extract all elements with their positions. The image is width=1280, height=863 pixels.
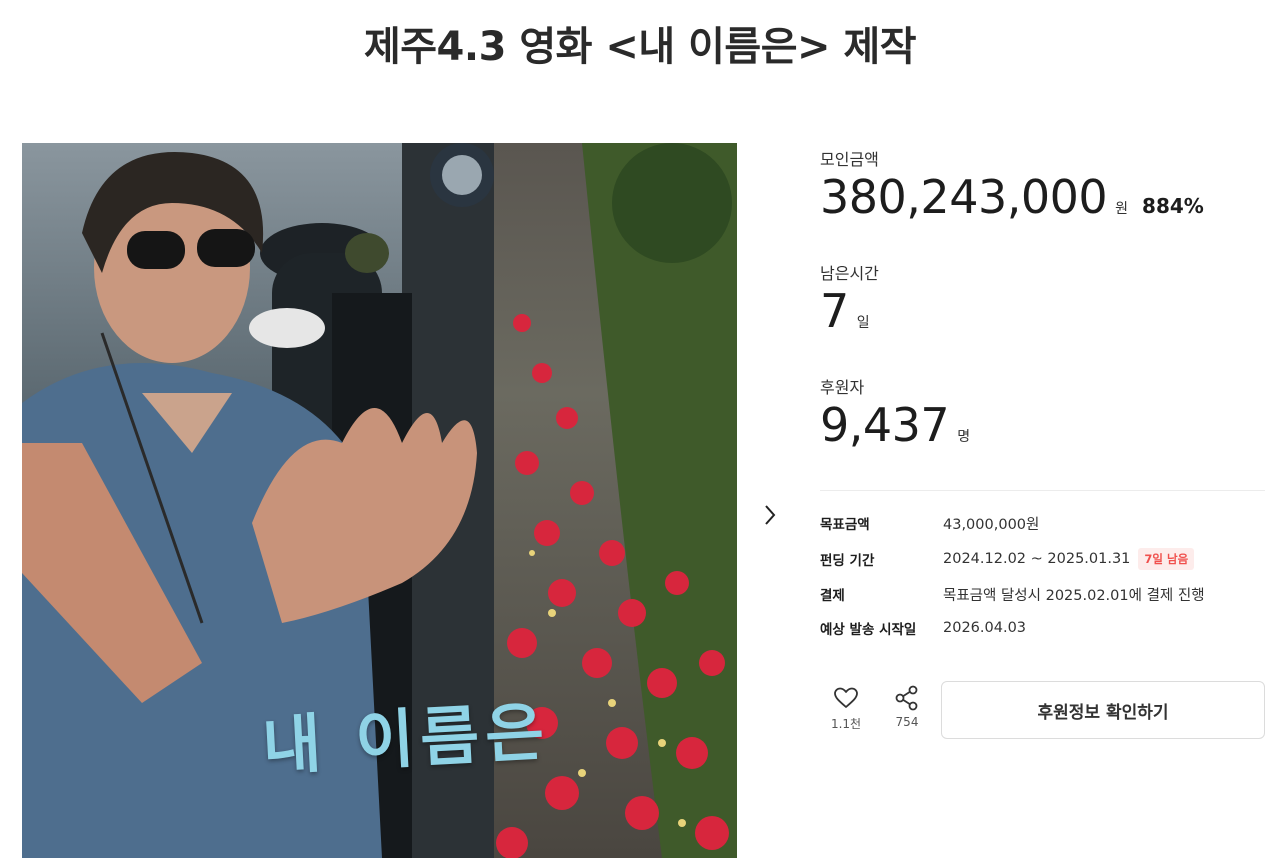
goal-value: 43,000,000원 bbox=[943, 516, 1040, 533]
payment-value: 목표금액 달성시 2025.02.01에 결제 진행 bbox=[943, 587, 1205, 604]
raised-amount-label: 모인금액 bbox=[820, 150, 879, 169]
heart-icon bbox=[834, 687, 858, 708]
project-main-image: 내 이름은 bbox=[22, 143, 737, 858]
backers: 9,437 명 bbox=[820, 398, 970, 452]
remaining-time: 7 일 bbox=[820, 284, 870, 338]
raised-amount: 380,243,000 원 884% bbox=[820, 170, 1204, 224]
delivery-value: 2026.04.03 bbox=[943, 620, 1027, 636]
raised-amount-value: 380,243,000 bbox=[820, 170, 1108, 224]
backers-value: 9,437 bbox=[820, 398, 950, 452]
delivery-row: 예상 발송 시작일 2026.04.03 bbox=[820, 616, 1026, 640]
share-button[interactable]: 754 bbox=[887, 683, 927, 729]
delivery-label: 예상 발송 시작일 bbox=[820, 622, 917, 638]
share-icon bbox=[895, 685, 918, 711]
raised-amount-unit: 원 bbox=[1115, 201, 1129, 217]
backers-label: 후원자 bbox=[820, 378, 865, 397]
share-count: 754 bbox=[895, 715, 919, 729]
like-button[interactable]: 1.1천 bbox=[826, 683, 866, 732]
divider bbox=[820, 490, 1265, 491]
funding-period-label: 펀딩 기간 bbox=[820, 553, 875, 569]
payment-row: 결제 목표금액 달성시 2025.02.01에 결제 진행 bbox=[820, 582, 1205, 606]
view-support-info-button[interactable]: 후원정보 확인하기 bbox=[941, 681, 1265, 739]
payment-label: 결제 bbox=[820, 588, 845, 604]
like-count: 1.1천 bbox=[830, 717, 862, 731]
next-image-button[interactable] bbox=[756, 501, 784, 529]
funding-period-value: 2024.12.02 ~ 2025.01.31 bbox=[943, 551, 1131, 567]
page: 제주4.3 영화 <내 이름은> 제작 내 이름은 모인금액 380,243,0… bbox=[0, 0, 1280, 863]
funding-period-row: 펀딩 기간 2024.12.02 ~ 2025.01.31 7일 남음 bbox=[820, 547, 1195, 571]
chevron-right-icon bbox=[765, 505, 776, 525]
funding-summary: 모인금액 380,243,000 원 884% 남은시간 7 일 후원자 9,4… bbox=[820, 0, 1265, 863]
remaining-time-unit: 일 bbox=[856, 315, 870, 331]
achievement-rate: 884% bbox=[1142, 194, 1204, 218]
remaining-time-value: 7 bbox=[820, 284, 849, 338]
backers-unit: 명 bbox=[957, 429, 971, 445]
image-caption: 내 이름은 bbox=[260, 695, 552, 785]
goal-row: 목표금액 43,000,000원 bbox=[820, 511, 1039, 535]
days-left-badge: 7일 남음 bbox=[1138, 548, 1195, 570]
remaining-time-label: 남은시간 bbox=[820, 264, 879, 283]
goal-label: 목표금액 bbox=[820, 517, 870, 533]
